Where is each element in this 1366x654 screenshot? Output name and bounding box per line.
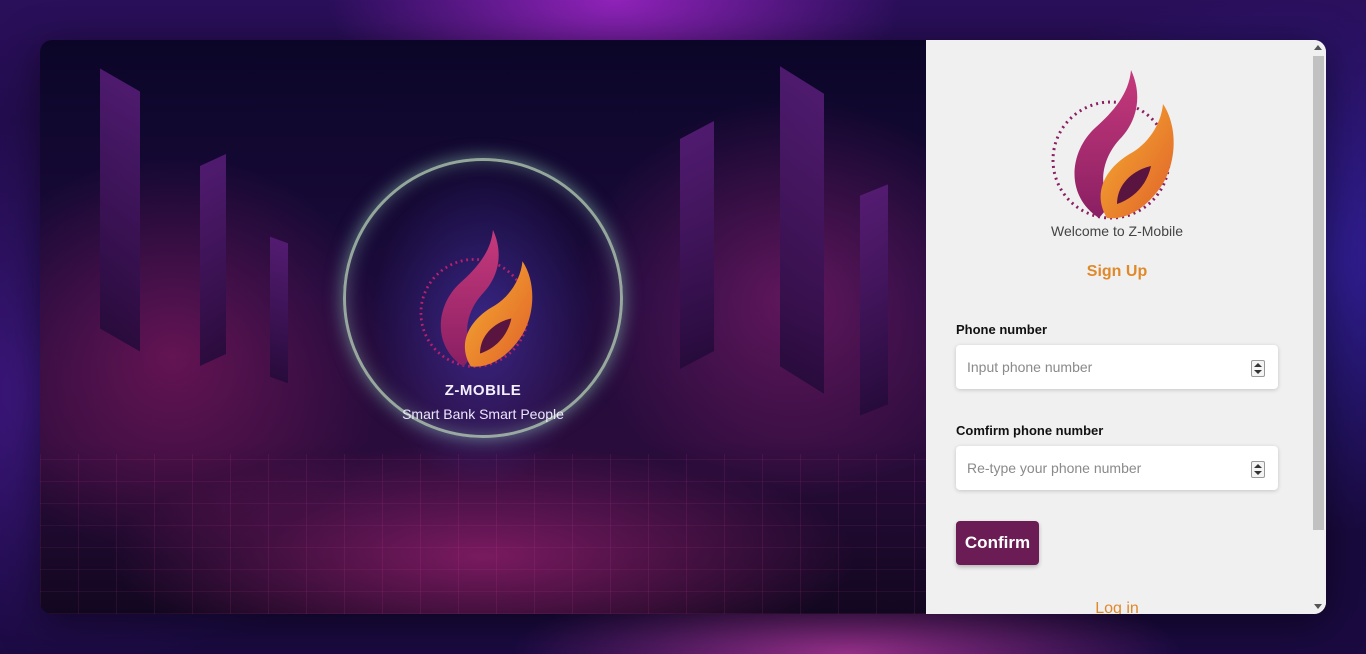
decor-shard xyxy=(780,66,824,394)
number-spinner-icon[interactable] xyxy=(1251,360,1265,377)
phone-label: Phone number xyxy=(956,322,1048,337)
brand-name: Z-MOBILE xyxy=(444,382,522,399)
number-spinner-icon[interactable] xyxy=(1251,461,1265,478)
signup-card: Z-MOBILE Smart Bank Smart People Welcome… xyxy=(40,40,1326,614)
signup-heading: Sign Up xyxy=(1086,263,1148,280)
confirm-phone-label: Comfirm phone number xyxy=(956,423,1104,438)
spinner-down-icon[interactable] xyxy=(1254,370,1262,374)
scroll-down-arrow-icon[interactable] xyxy=(1314,604,1322,609)
scrollbar-thumb[interactable] xyxy=(1313,56,1324,530)
panel-scrollbar[interactable] xyxy=(1310,40,1326,614)
neon-floor xyxy=(40,454,926,614)
phone-input[interactable] xyxy=(956,345,1247,389)
signup-panel: Welcome to Z-Mobile Sign Up Phone number… xyxy=(926,40,1326,614)
decor-shard xyxy=(270,236,288,384)
hero-banner: Z-MOBILE Smart Bank Smart People xyxy=(40,40,926,614)
confirm-button[interactable]: Confirm xyxy=(956,521,1039,565)
spinner-down-icon[interactable] xyxy=(1254,471,1262,475)
spinner-up-icon[interactable] xyxy=(1254,464,1262,468)
decor-shard xyxy=(680,120,714,370)
flame-logo-icon xyxy=(1051,70,1174,220)
brand-tagline: Smart Bank Smart People xyxy=(402,406,564,422)
decor-shard xyxy=(100,68,140,352)
scroll-up-arrow-icon[interactable] xyxy=(1314,45,1322,50)
spinner-up-icon[interactable] xyxy=(1254,363,1262,367)
confirm-phone-input-box xyxy=(956,446,1278,490)
phone-input-box xyxy=(956,345,1278,389)
login-link[interactable]: Log in xyxy=(926,600,1308,614)
confirm-phone-input[interactable] xyxy=(956,446,1247,490)
decor-shard xyxy=(860,184,888,416)
welcome-text: Welcome to Z-Mobile xyxy=(1050,223,1183,239)
flame-logo-icon xyxy=(419,229,533,368)
decor-shard xyxy=(200,153,226,367)
